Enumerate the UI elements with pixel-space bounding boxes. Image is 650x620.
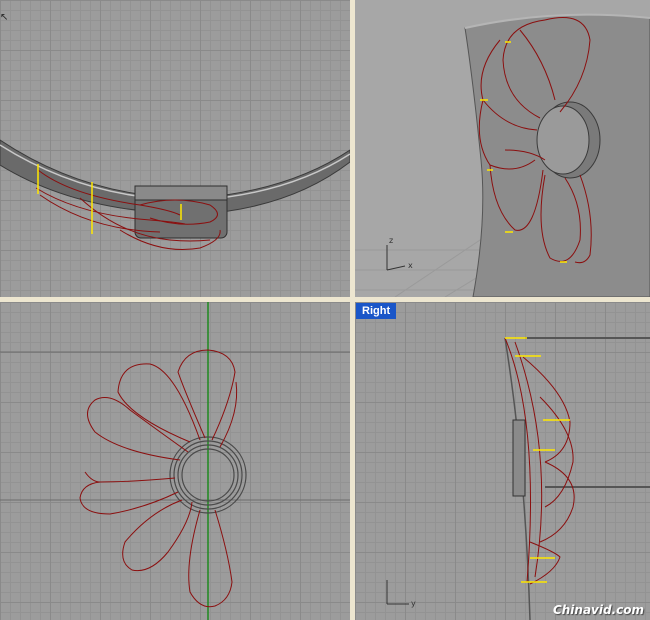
viewport-perspective[interactable]: z x xyxy=(355,0,650,297)
viewport-front[interactable] xyxy=(0,302,350,620)
right-view-geometry: y xyxy=(386,337,650,620)
viewport-splitter-horizontal[interactable] xyxy=(0,297,650,302)
axis-y-label: y xyxy=(411,599,416,608)
boss-face xyxy=(536,105,590,175)
axis-z-label: z xyxy=(389,236,393,245)
axis-x-label: x xyxy=(408,261,413,270)
axis-gizmo-icon xyxy=(386,245,406,271)
axis-gizmo-right-icon xyxy=(386,580,409,605)
boss-side[interactable] xyxy=(512,419,526,497)
viewport-top[interactable]: ↖ xyxy=(0,0,350,297)
viewport-right[interactable]: Right y Chinavid.com xyxy=(355,302,650,620)
cylinder-rim xyxy=(134,185,228,201)
front-petal-curves[interactable] xyxy=(79,349,238,608)
perspective-view-geometry: z x xyxy=(355,13,650,297)
watermark: Chinavid.com xyxy=(552,603,644,617)
viewport-splitter-vertical[interactable] xyxy=(350,0,355,620)
front-view-geometry xyxy=(0,302,350,620)
top-view-geometry xyxy=(0,139,350,251)
